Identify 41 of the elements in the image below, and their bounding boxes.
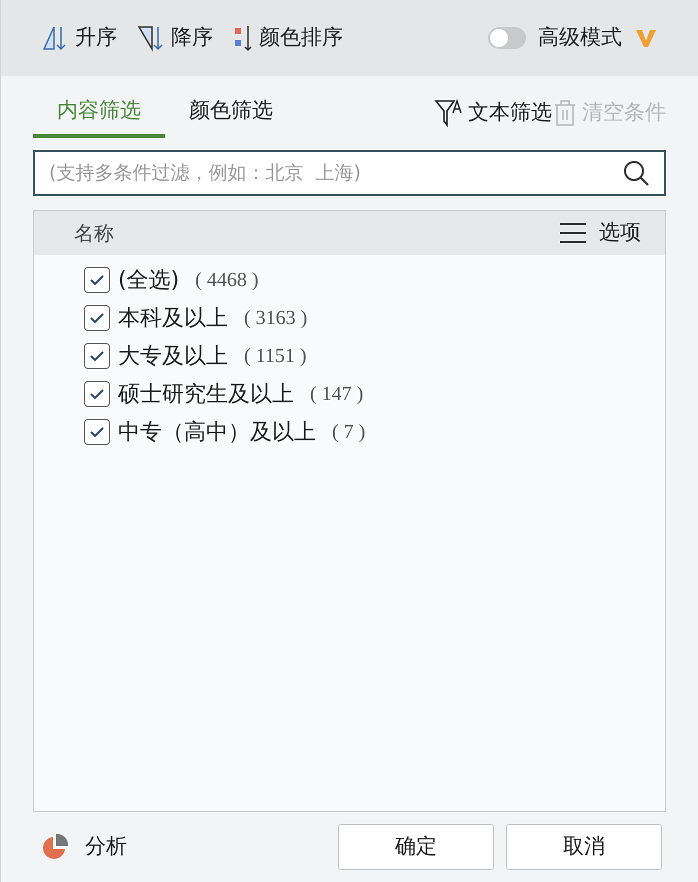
option-label: 本科及以上	[118, 304, 228, 332]
option-label: (全选)	[118, 266, 180, 294]
search-bar[interactable]: (支持多条件过滤，例如：北京 上海)	[33, 150, 666, 196]
search-field[interactable]: (支持多条件过滤，例如：北京 上海)	[49, 158, 622, 188]
checkbox[interactable]	[84, 381, 110, 407]
search-icon[interactable]	[622, 159, 650, 187]
menu-icon	[559, 222, 587, 244]
advanced-mode-toggle[interactable]	[488, 27, 526, 49]
option-count: ( 147 )	[310, 382, 364, 407]
advanced-mode-label: 高级模式	[538, 24, 622, 52]
check-icon	[89, 274, 105, 286]
option-label: 大专及以上	[118, 342, 228, 370]
options-button[interactable]: 选项	[559, 217, 641, 249]
analysis-label[interactable]: 分析	[85, 831, 127, 863]
option-count: ( 4468 )	[195, 268, 258, 293]
option-label: 中专（高中）及以上	[118, 418, 316, 446]
checkbox[interactable]	[84, 267, 110, 293]
option-count: ( 3163 )	[244, 306, 308, 331]
check-icon	[89, 312, 105, 324]
checkbox[interactable]	[84, 305, 110, 331]
dialog-button[interactable]: 确定	[338, 824, 494, 870]
option-count: ( 1151 )	[244, 344, 307, 369]
sort-button[interactable]: 升序	[41, 22, 117, 54]
vip-icon	[634, 27, 658, 49]
column-header: 名称	[74, 220, 114, 247]
filter-tab[interactable]: 内容筛选	[33, 88, 165, 138]
dialog-button[interactable]: 取消	[506, 824, 662, 870]
sort-button[interactable]: 颜色排序	[233, 22, 343, 54]
filter-tab[interactable]: 颜色筛选	[165, 88, 297, 138]
checkbox[interactable]	[84, 343, 110, 369]
option-label: 硕士研究生及以上	[118, 380, 294, 408]
sort-button[interactable]: 降序	[137, 22, 213, 54]
check-icon	[89, 388, 105, 400]
trash-icon	[552, 98, 578, 128]
filter-action-button[interactable]: 文本筛选	[434, 88, 552, 138]
check-icon	[89, 426, 105, 438]
check-icon	[89, 350, 105, 362]
pie-chart-icon	[41, 833, 69, 861]
filter-icon	[434, 97, 464, 129]
checkbox[interactable]	[84, 419, 110, 445]
option-count: ( 7 )	[332, 420, 366, 445]
